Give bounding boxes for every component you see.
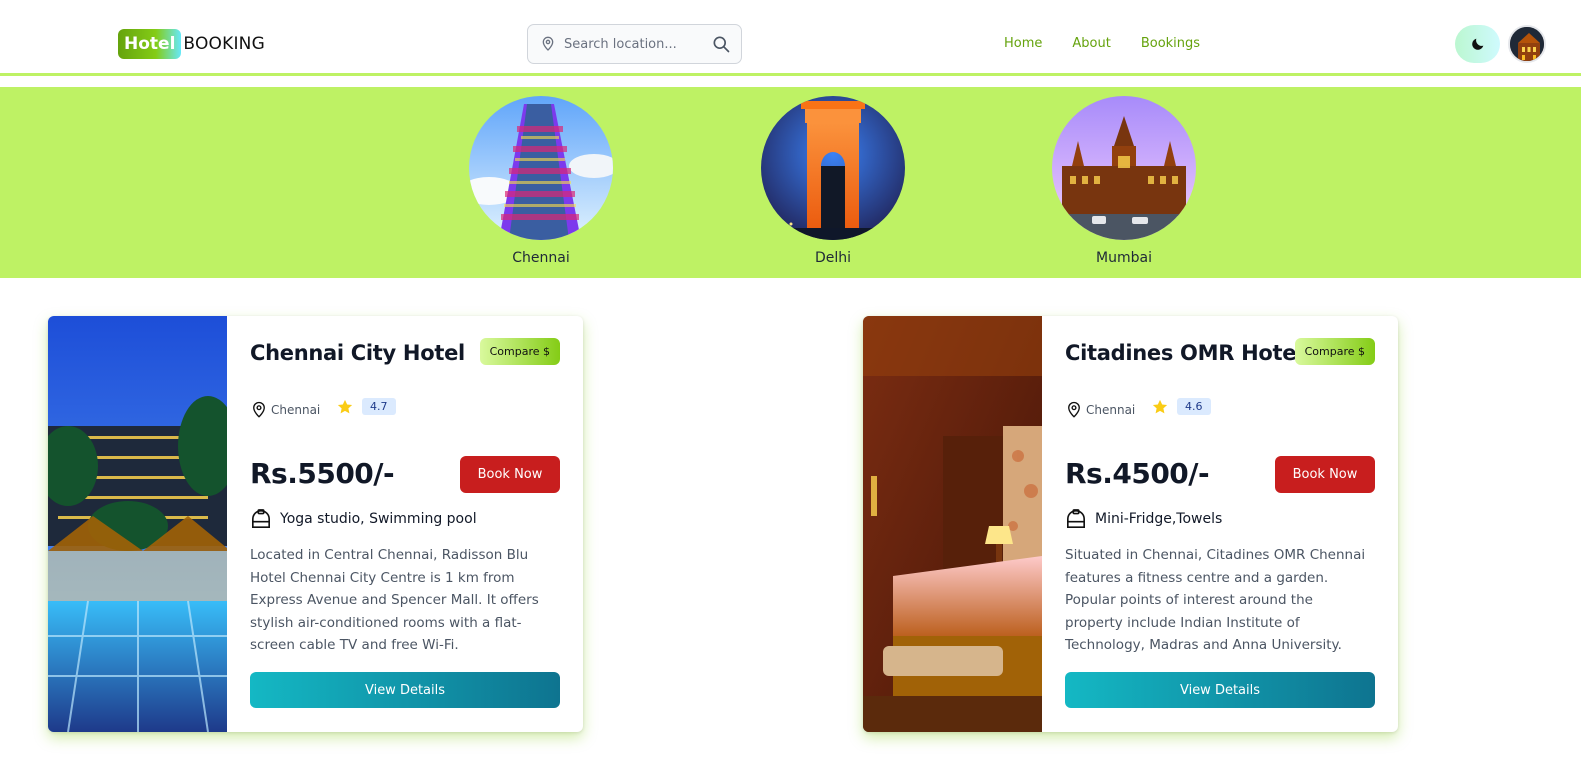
hotel-card: Chennai City Hotel Compare $ Chennai 4.7… [48,316,583,732]
logo[interactable]: Hotel BOOKING [118,27,265,60]
nav-home-link[interactable]: Home [1004,36,1042,51]
location-pin-icon [253,401,265,418]
city-label: Mumbai [1096,250,1152,266]
rating-badge: 4.7 [362,398,396,415]
location-pin-icon [542,36,554,51]
city-image-chennai [469,96,613,240]
nav-bookings-link[interactable]: Bookings [1141,36,1200,51]
location-pin-icon [1068,401,1080,418]
hotel-price: Rs.4500/- [1065,457,1210,490]
city-image-delhi [761,96,905,240]
hotel-location: Chennai [250,400,320,420]
hotel-location: Chennai [1065,400,1135,420]
compare-button[interactable]: Compare $ [479,338,560,365]
book-now-button[interactable]: Book Now [460,456,560,493]
star-icon [1152,399,1168,414]
user-avatar[interactable] [1508,25,1546,63]
view-details-button[interactable]: View Details [1065,672,1375,708]
hotel-price: Rs.5500/- [250,457,395,490]
location-text: Chennai [1086,403,1136,417]
hotel-title: Chennai City Hotel [250,341,465,365]
hotel-image [863,316,1043,732]
nav-about-link[interactable]: About [1072,36,1110,51]
hotel-description: Situated in Chennai, Citadines OMR Chenn… [1065,547,1366,653]
logo-text: BOOKING [183,33,265,54]
hotel-amenities: Mini-Fridge,Towels [1065,509,1222,529]
logo-badge: Hotel [118,28,182,59]
view-details-button[interactable]: View Details [250,672,560,708]
rating-badge: 4.6 [1177,398,1211,415]
hotel-amenities: Yoga studio, Swimming pool [250,509,477,529]
hotel-card-body: Chennai City Hotel Compare $ Chennai 4.7… [250,316,560,732]
hotel-description: Located in Central Chennai, Radisson Blu… [250,547,539,653]
amenities-text: Yoga studio, Swimming pool [280,511,477,527]
city-chennai[interactable]: Chennai [469,96,613,266]
top-navbar: Hotel BOOKING Home About Bookings [0,0,1581,76]
amenities-icon [252,509,270,528]
city-label: Chennai [512,250,570,266]
city-delhi[interactable]: Delhi [761,96,905,266]
hotel-title: Citadines OMR Hotel [1065,341,1304,365]
hotel-image [48,316,238,732]
book-now-button[interactable]: Book Now [1275,456,1375,493]
avatar-image [1510,27,1544,61]
moon-icon [1471,38,1483,50]
theme-toggle-button[interactable] [1455,25,1500,63]
search-input[interactable] [564,36,704,52]
compare-button[interactable]: Compare $ [1294,338,1375,365]
popular-cities-section: Chennai Delhi Mumbai [0,87,1581,278]
search-bar [527,24,742,64]
amenities-text: Mini-Fridge,Towels [1095,511,1223,527]
city-label: Delhi [814,250,852,266]
amenities-icon [1067,509,1085,528]
city-mumbai[interactable]: Mumbai [1052,96,1196,266]
location-text: Chennai [271,403,321,417]
main-nav: Home About Bookings [1004,36,1200,51]
star-icon [337,399,353,414]
hotel-card: Citadines OMR Hotel Compare $ Chennai 4.… [863,316,1398,732]
hotel-card-body: Citadines OMR Hotel Compare $ Chennai 4.… [1065,316,1375,732]
city-image-mumbai [1052,96,1196,240]
search-icon[interactable] [711,34,731,54]
